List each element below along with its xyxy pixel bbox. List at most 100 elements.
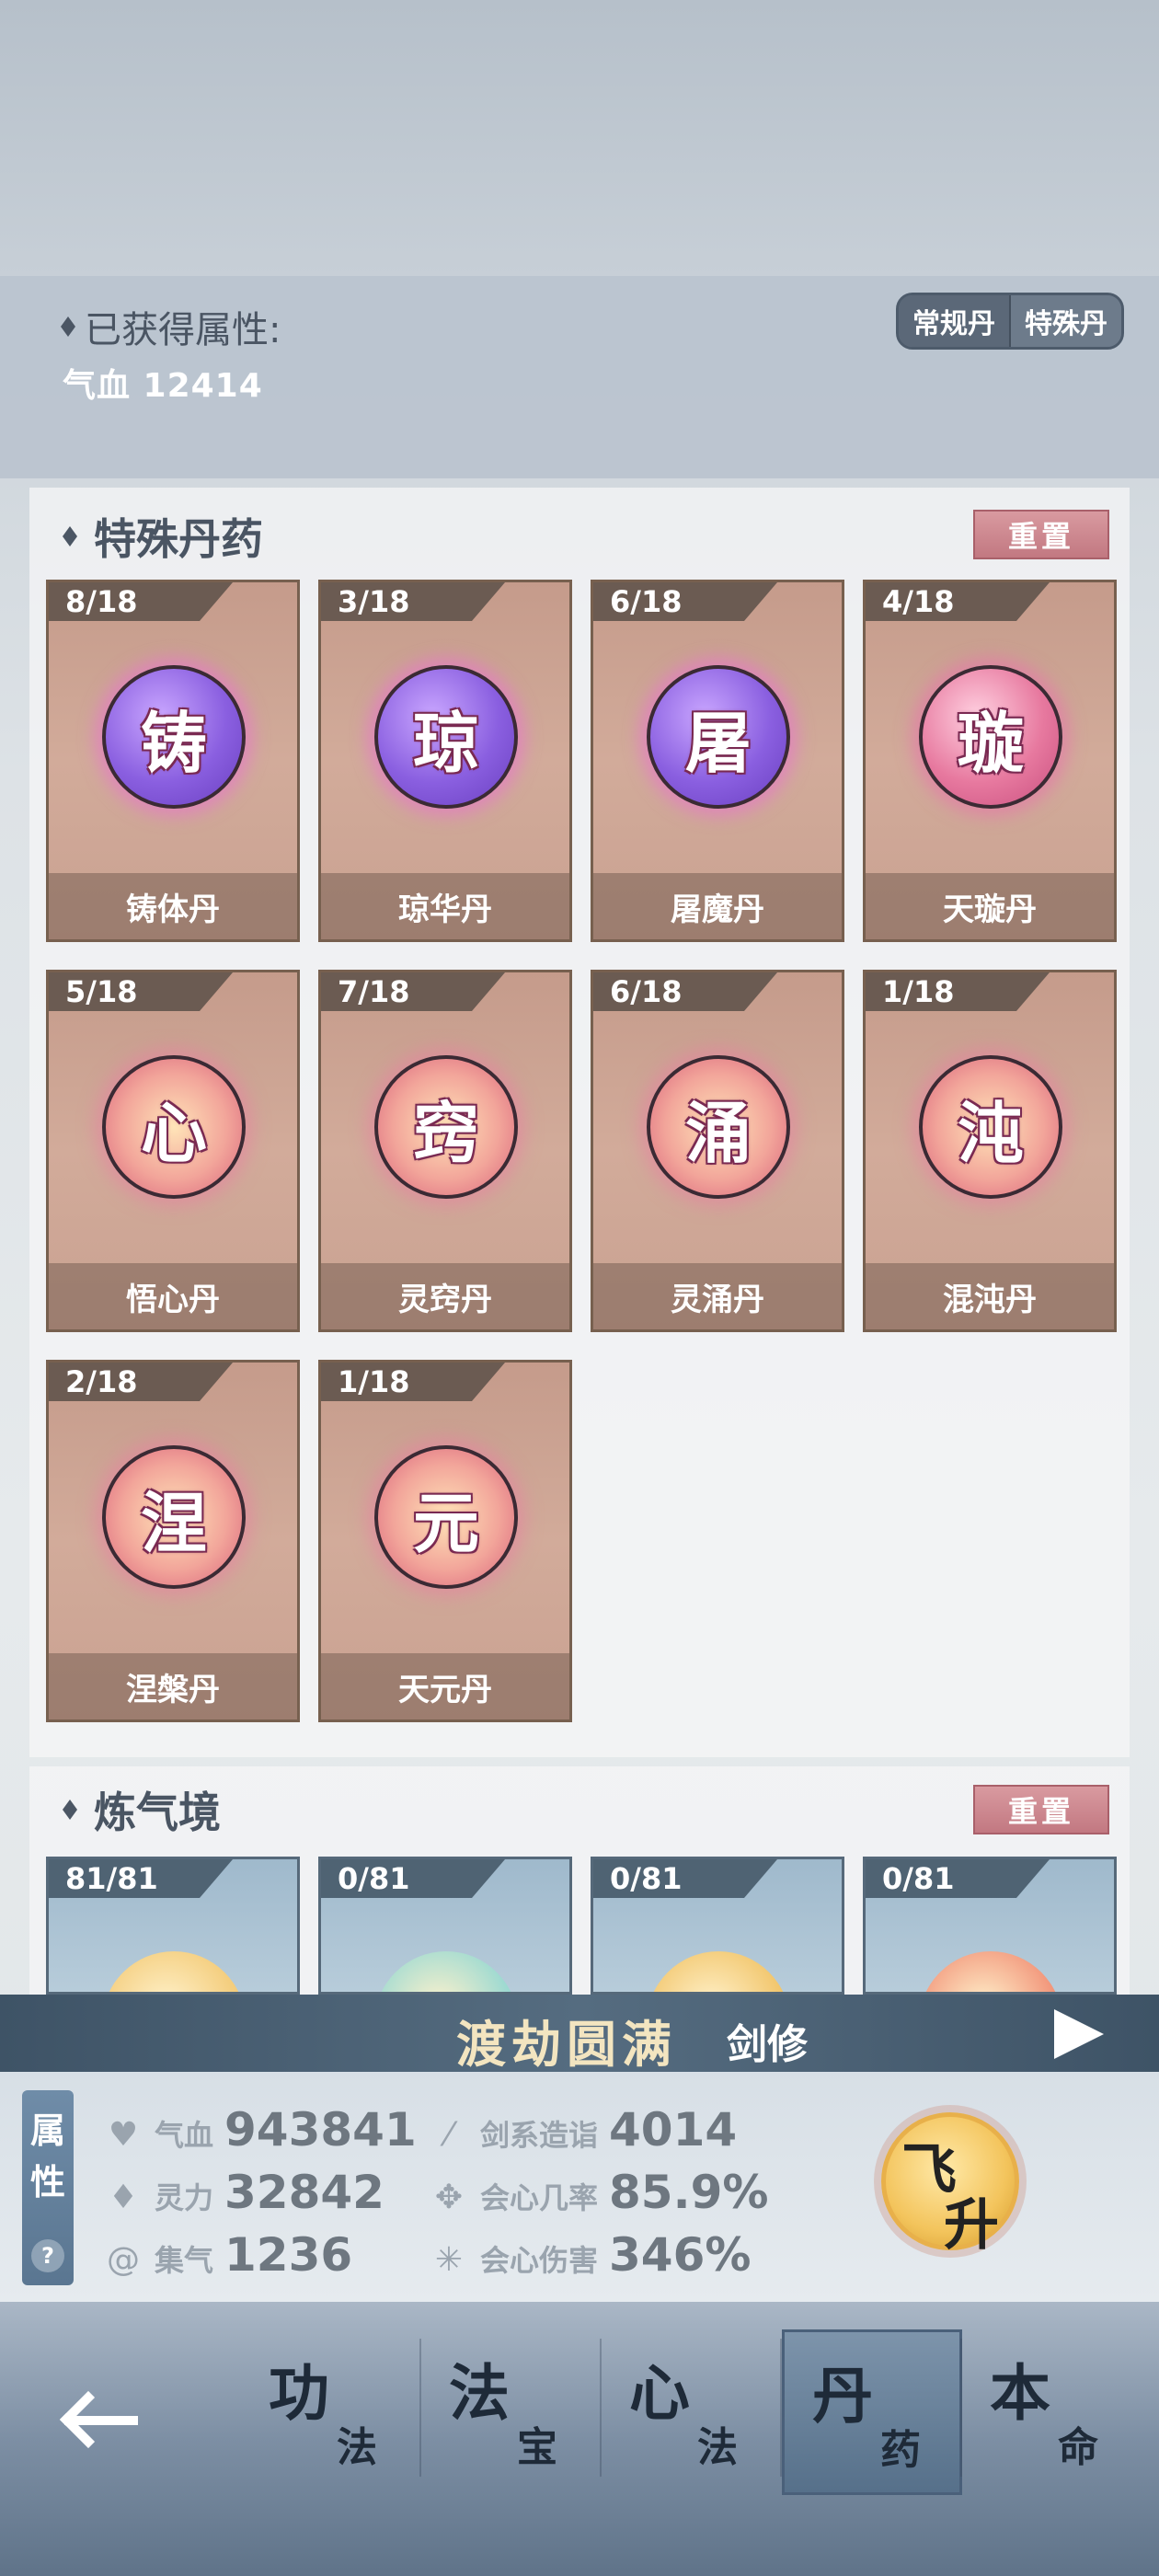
nav-tab-small-label: 法 [337, 2424, 377, 2471]
pill-name: 铸体丹 [49, 873, 297, 939]
pill-card[interactable]: 4/18 璇天璇丹 [863, 580, 1117, 942]
pill-count: 8/18 [49, 582, 233, 621]
pill-card[interactable]: 8/18 铸铸体丹 [46, 580, 300, 942]
pill-card[interactable]: 7/18 窍灵窍丹 [318, 970, 572, 1332]
pill-count: 6/18 [593, 582, 777, 621]
pill-count: 1/18 [866, 972, 1050, 1011]
diamond-icon [63, 1800, 77, 1820]
pill-card[interactable]: 6/18 屠屠魔丹 [591, 580, 844, 942]
pill-orb-icon: 沌 [919, 1055, 1062, 1199]
pill-name: 混沌丹 [866, 1263, 1114, 1329]
special-pills-section: 特殊丹药 重置 8/18 铸铸体丹 3/18 琼琼华丹 6/18 屠屠魔丹 4/18 璇天璇丹… [29, 488, 1130, 1757]
pill-name: 屠魔丹 [593, 873, 842, 939]
nav-tab-small-label: 宝 [517, 2424, 557, 2471]
back-arrow-head-icon [59, 2390, 118, 2449]
bottom-nav: 功法法宝心法丹药本命 [0, 2302, 1159, 2576]
tab-regular-pills[interactable]: 常规丹 [899, 295, 1011, 347]
pill-name: 涅槃丹 [49, 1653, 297, 1719]
cultivator-class: 剑修 [727, 2021, 808, 2068]
help-icon[interactable]: ? [31, 2239, 64, 2272]
pill-card[interactable]: 6/18 涌灵涌丹 [591, 970, 844, 1332]
nav-tab-1[interactable]: 法宝 [421, 2329, 602, 2495]
stat-lingli: ♦ 灵力 32842 [103, 2166, 384, 2219]
nav-tab-small-label: 命 [1058, 2424, 1098, 2471]
pill-name: 琼华丹 [321, 873, 569, 939]
pill-orb-icon: 元 [374, 1445, 518, 1589]
nav-tab-big-label: 本 [990, 2357, 1050, 2429]
qi-pill-orb-icon [374, 1951, 518, 1992]
stat-crit-damage: ✳ 会心伤害 346% [429, 2228, 752, 2282]
qi-pill-card[interactable]: 0/81 [318, 1857, 572, 1995]
tab-special-pills[interactable]: 特殊丹 [1011, 295, 1121, 347]
drop-icon: ♦ [108, 2179, 139, 2216]
attributes-tab-label-2: 性 [29, 2162, 65, 2202]
qi-pill-count: 0/81 [593, 1859, 777, 1898]
pill-name: 灵涌丹 [593, 1263, 842, 1329]
nav-tab-0[interactable]: 功法 [241, 2329, 421, 2495]
qi-pill-orb-icon [919, 1951, 1062, 1992]
nav-tab-big-label: 功 [269, 2357, 329, 2429]
ascend-button[interactable]: 飞 升 [868, 2085, 1032, 2280]
pill-type-toggle: 常规丹 特殊丹 [896, 293, 1124, 350]
diamond-icon [63, 526, 77, 546]
burst-icon: ✳ [434, 2241, 464, 2279]
obtained-attributes-panel: 已获得属性: 气血 12414 常规丹 特殊丹 [0, 276, 1159, 478]
pill-count: 6/18 [593, 972, 777, 1011]
nav-tab-big-label: 法 [449, 2357, 510, 2429]
realm-name: 渡劫圆满 [456, 2015, 677, 2074]
pill-card[interactable]: 2/18 涅涅槃丹 [46, 1360, 300, 1722]
reset-qi-refining-button[interactable]: 重置 [973, 1785, 1109, 1834]
obtained-attributes-label: 已获得属性: [85, 309, 281, 351]
qi-pill-orb-icon [102, 1951, 246, 1992]
qi-pill-card[interactable]: 81/81 [46, 1857, 300, 1995]
nav-tab-big-label: 心 [629, 2357, 690, 2429]
pill-card[interactable]: 1/18 沌混沌丹 [863, 970, 1117, 1332]
pill-orb-icon: 琼 [374, 665, 518, 809]
pill-count: 4/18 [866, 582, 1050, 621]
reset-special-button[interactable]: 重置 [973, 510, 1109, 559]
pill-orb-icon: 铸 [102, 665, 246, 809]
pill-count: 2/18 [49, 1363, 233, 1401]
stat-sword-mastery: ⁄ 剑系造诣 4014 [429, 2103, 737, 2156]
top-blank-area [0, 0, 1159, 276]
ascend-label-2: 升 [944, 2193, 999, 2258]
pill-card[interactable]: 5/18 心悟心丹 [46, 970, 300, 1332]
special-pills-title: 特殊丹药 [63, 506, 263, 567]
sword-icon: ⁄ [445, 2116, 452, 2154]
stat-qixue: ♥ 气血 943841 [103, 2103, 417, 2156]
realm-bar: 渡劫圆满 剑修 [0, 1995, 1159, 2074]
stats-panel: 属 性 ? ♥ 气血 943841 ♦ 灵力 32842 @ 集气 1236 ⁄… [0, 2072, 1159, 2302]
pill-name: 灵窍丹 [321, 1263, 569, 1329]
back-button[interactable] [55, 2383, 138, 2456]
nav-tab-2[interactable]: 心法 [602, 2329, 782, 2495]
pill-count: 3/18 [321, 582, 505, 621]
pill-count: 1/18 [321, 1363, 505, 1401]
nav-tab-4[interactable]: 本命 [962, 2329, 1142, 2495]
pill-count: 7/18 [321, 972, 505, 1011]
play-icon[interactable] [1054, 2009, 1104, 2059]
pill-orb-icon: 涌 [647, 1055, 790, 1199]
pill-name: 天元丹 [321, 1653, 569, 1719]
pill-name: 悟心丹 [49, 1263, 297, 1329]
heart-icon: ♥ [108, 2116, 139, 2154]
attributes-tab-label-1: 属 [29, 2110, 65, 2151]
qi-pill-card[interactable]: 0/81 [863, 1857, 1117, 1995]
diamond-icon [61, 316, 75, 337]
nav-tab-3[interactable]: 丹药 [782, 2329, 962, 2495]
pill-orb-icon: 涅 [102, 1445, 246, 1589]
qi-refining-section: 炼气境 重置 81/81 0/81 0/81 0/81 [29, 1766, 1130, 1996]
qi-pill-card[interactable]: 0/81 [591, 1857, 844, 1995]
nav-tab-small-label: 药 [880, 2427, 921, 2474]
obtained-attributes-heading: 已获得属性: [61, 300, 281, 353]
qi-pill-orb-icon [647, 1951, 790, 1992]
pill-card[interactable]: 1/18 元天元丹 [318, 1360, 572, 1722]
qi-pill-count: 0/81 [866, 1859, 1050, 1898]
pill-orb-icon: 璇 [919, 665, 1062, 809]
attributes-tab[interactable]: 属 性 ? [22, 2090, 74, 2285]
pill-orb-icon: 心 [102, 1055, 246, 1199]
pill-orb-icon: 窍 [374, 1055, 518, 1199]
qi-pill-count: 81/81 [49, 1859, 233, 1898]
pill-orb-icon: 屠 [647, 665, 790, 809]
nav-tab-small-label: 法 [697, 2424, 738, 2471]
pill-card[interactable]: 3/18 琼琼华丹 [318, 580, 572, 942]
